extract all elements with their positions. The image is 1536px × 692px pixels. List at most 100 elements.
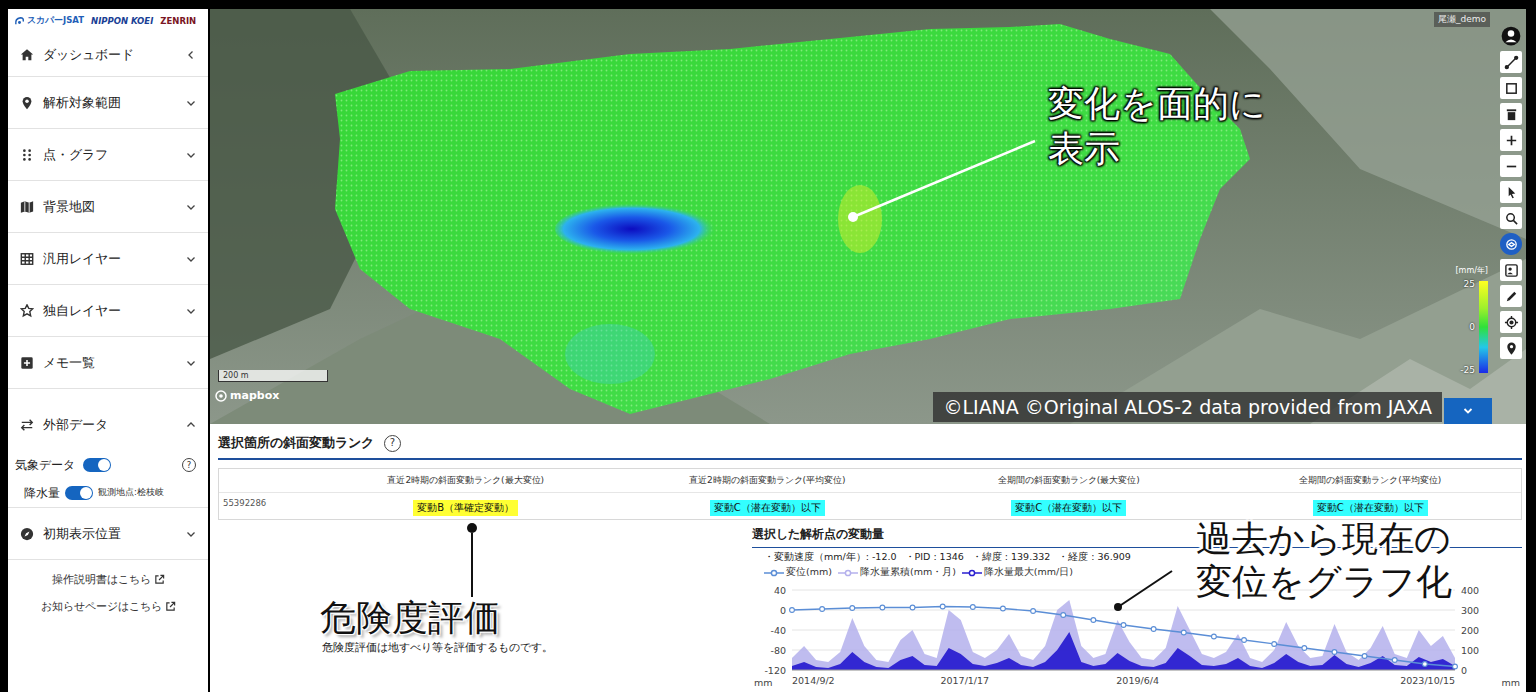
skyperfect-logo: スカパーJSAT bbox=[14, 15, 84, 27]
map-tool-button[interactable] bbox=[1500, 51, 1522, 73]
map-tool-button[interactable] bbox=[1500, 233, 1522, 255]
map-tool-button[interactable] bbox=[1500, 103, 1522, 125]
map-tool-button[interactable] bbox=[1500, 337, 1522, 359]
chevron-up-icon[interactable] bbox=[186, 420, 196, 430]
sidebar-item-label: メモ一覧 bbox=[43, 354, 95, 372]
sidebar-item-label: ダッシュボード bbox=[43, 46, 134, 64]
mapbox-icon bbox=[215, 390, 227, 402]
table-column-header: 全期間の斜面変動ランク(最大変位) bbox=[918, 469, 1220, 493]
exchange-icon bbox=[20, 418, 34, 432]
sidebar-item[interactable]: 点・グラフ bbox=[8, 129, 208, 181]
info-item: ・経度 : 36.909 bbox=[1058, 551, 1130, 564]
terrain-map[interactable] bbox=[210, 9, 1526, 424]
sidebar-item-label: 解析対象範囲 bbox=[43, 94, 121, 112]
sidebar-item[interactable]: 背景地図 bbox=[8, 181, 208, 233]
chevron-down-icon[interactable] bbox=[186, 98, 196, 108]
rank-badge: 変動B（準確定変動） bbox=[413, 500, 518, 516]
y-tick: -40 bbox=[770, 625, 786, 636]
sidebar: スカパーJSATNIPPON KOEIZENRINダッシュボード解析対象範囲点・… bbox=[8, 9, 208, 692]
toggle-note: 観測地点:桧枝岐 bbox=[98, 487, 164, 499]
legend-item[interactable]: 降水量累積(mm・月) bbox=[838, 566, 956, 579]
y2-tick: 300 bbox=[1461, 605, 1479, 616]
x-tick: 2023/10/15 bbox=[1400, 675, 1455, 686]
x-tick: 2019/6/4 bbox=[1116, 675, 1159, 686]
y-tick: 40 bbox=[774, 585, 786, 596]
chevron-down-icon[interactable] bbox=[186, 254, 196, 264]
map-view[interactable]: 変化を面的に表示尾瀬_demo[mm/年]250-25200 mmapbox©L… bbox=[210, 9, 1526, 424]
link-list: 操作説明書はこちらお知らせページはこちら bbox=[8, 566, 208, 620]
line-icon bbox=[1504, 55, 1519, 70]
y-unit: mm bbox=[754, 677, 773, 688]
map-tool-button[interactable] bbox=[1500, 311, 1522, 333]
memo-icon bbox=[20, 356, 34, 370]
chevron-down-icon[interactable] bbox=[186, 529, 196, 539]
toggle-switch[interactable] bbox=[83, 458, 111, 472]
external-link-icon bbox=[165, 601, 176, 612]
map-callout: 変化を面的に表示 bbox=[1048, 81, 1266, 171]
x-tick: 2014/9/2 bbox=[792, 675, 835, 686]
chevron-left-icon[interactable] bbox=[186, 50, 196, 60]
sidebar-item[interactable]: 汎用レイヤー bbox=[8, 233, 208, 285]
risk-note: 危険度評価は地すべり等を評価するものです。 bbox=[322, 640, 553, 655]
map-icon bbox=[20, 200, 34, 214]
map-tool-button[interactable] bbox=[1500, 285, 1522, 307]
rank-header: 選択箇所の斜面変動ランク? bbox=[218, 432, 1522, 460]
callout-pointer bbox=[1112, 569, 1174, 613]
map-tool-button[interactable] bbox=[1500, 25, 1522, 47]
risk-callout: 危険度評価危険度評価は地すべり等を評価するものです。 bbox=[218, 523, 752, 692]
chevron-down-icon[interactable] bbox=[186, 150, 196, 160]
map-tool-button[interactable] bbox=[1500, 129, 1522, 151]
legend-ticks: 250-25 bbox=[1460, 279, 1475, 375]
legend-item[interactable]: 変位(mm) bbox=[764, 566, 832, 579]
app-frame: スカパーJSATNIPPON KOEIZENRINダッシュボード解析対象範囲点・… bbox=[0, 0, 1536, 692]
sidebar-item[interactable]: 独自レイヤー bbox=[8, 285, 208, 337]
y-tick: 0 bbox=[780, 605, 786, 616]
y-tick: -120 bbox=[764, 665, 786, 676]
table-column-header: 全期間の斜面変動ランク(平均変位) bbox=[1220, 469, 1522, 493]
locate-icon bbox=[1504, 315, 1519, 330]
toggle-row: 気象データ? bbox=[8, 451, 208, 479]
sidebar-item[interactable]: 外部データ bbox=[8, 389, 208, 451]
chevron-down-icon[interactable] bbox=[186, 202, 196, 212]
rank-badge: 変動C（潜在変動）以下 bbox=[1313, 500, 1428, 516]
chevron-down-icon[interactable] bbox=[186, 306, 196, 316]
lower-area: 危険度評価危険度評価は地すべり等を評価するものです。選択した解析点の変動量・変動… bbox=[218, 523, 1522, 692]
help-badge[interactable]: ? bbox=[384, 435, 401, 452]
chevron-down-icon[interactable] bbox=[186, 358, 196, 368]
map-tool-button[interactable] bbox=[1500, 207, 1522, 229]
toggle-row: 降水量観測地点:桧枝岐 bbox=[8, 479, 208, 507]
sidebar-item[interactable]: 初期表示位置 bbox=[8, 508, 208, 560]
callout-line bbox=[471, 533, 473, 597]
brush-icon bbox=[1504, 289, 1519, 304]
toggle-switch[interactable] bbox=[65, 486, 93, 500]
rank-table: 直近2時期の斜面変動ランク(最大変位)直近2時期の斜面変動ランク(平均変位)全期… bbox=[218, 468, 1522, 520]
map-tool-button[interactable] bbox=[1500, 155, 1522, 177]
sidebar-item[interactable]: ダッシュボード bbox=[8, 33, 208, 77]
y2-tick: 200 bbox=[1461, 625, 1479, 636]
select-icon bbox=[1504, 185, 1519, 200]
map-tool-button[interactable] bbox=[1500, 77, 1522, 99]
legend-gradient bbox=[1479, 281, 1488, 373]
precipitation-area bbox=[792, 632, 1455, 670]
sidebar-item-label: 独自レイヤー bbox=[43, 302, 121, 320]
home-icon bbox=[20, 48, 34, 62]
switch-knob bbox=[98, 459, 110, 471]
sidebar-item-label: 点・グラフ bbox=[43, 146, 108, 164]
table-icon bbox=[20, 252, 34, 266]
legend-tick: 25 bbox=[1464, 279, 1475, 289]
callout-line: 変化を面的に bbox=[1048, 81, 1266, 126]
rank-title: 選択箇所の斜面変動ランク bbox=[218, 434, 374, 452]
sidebar-item[interactable]: メモ一覧 bbox=[8, 337, 208, 389]
callout-dot bbox=[467, 523, 477, 533]
table-cell: 変動C（潜在変動）以下 bbox=[918, 493, 1220, 519]
help-badge[interactable]: ? bbox=[182, 458, 196, 472]
scale-bar: 200 m bbox=[218, 370, 328, 382]
legend-item[interactable]: 降水量最大(mm/日) bbox=[962, 566, 1073, 579]
legend-unit: [mm/年] bbox=[1455, 265, 1488, 276]
sidebar-item[interactable]: 解析対象範囲 bbox=[8, 77, 208, 129]
external-link[interactable]: 操作説明書はこちら bbox=[52, 566, 165, 593]
map-tool-button[interactable] bbox=[1500, 259, 1522, 281]
map-tool-button[interactable] bbox=[1500, 181, 1522, 203]
collapse-button[interactable] bbox=[1444, 398, 1492, 424]
external-link[interactable]: お知らせページはこちら bbox=[41, 593, 176, 620]
